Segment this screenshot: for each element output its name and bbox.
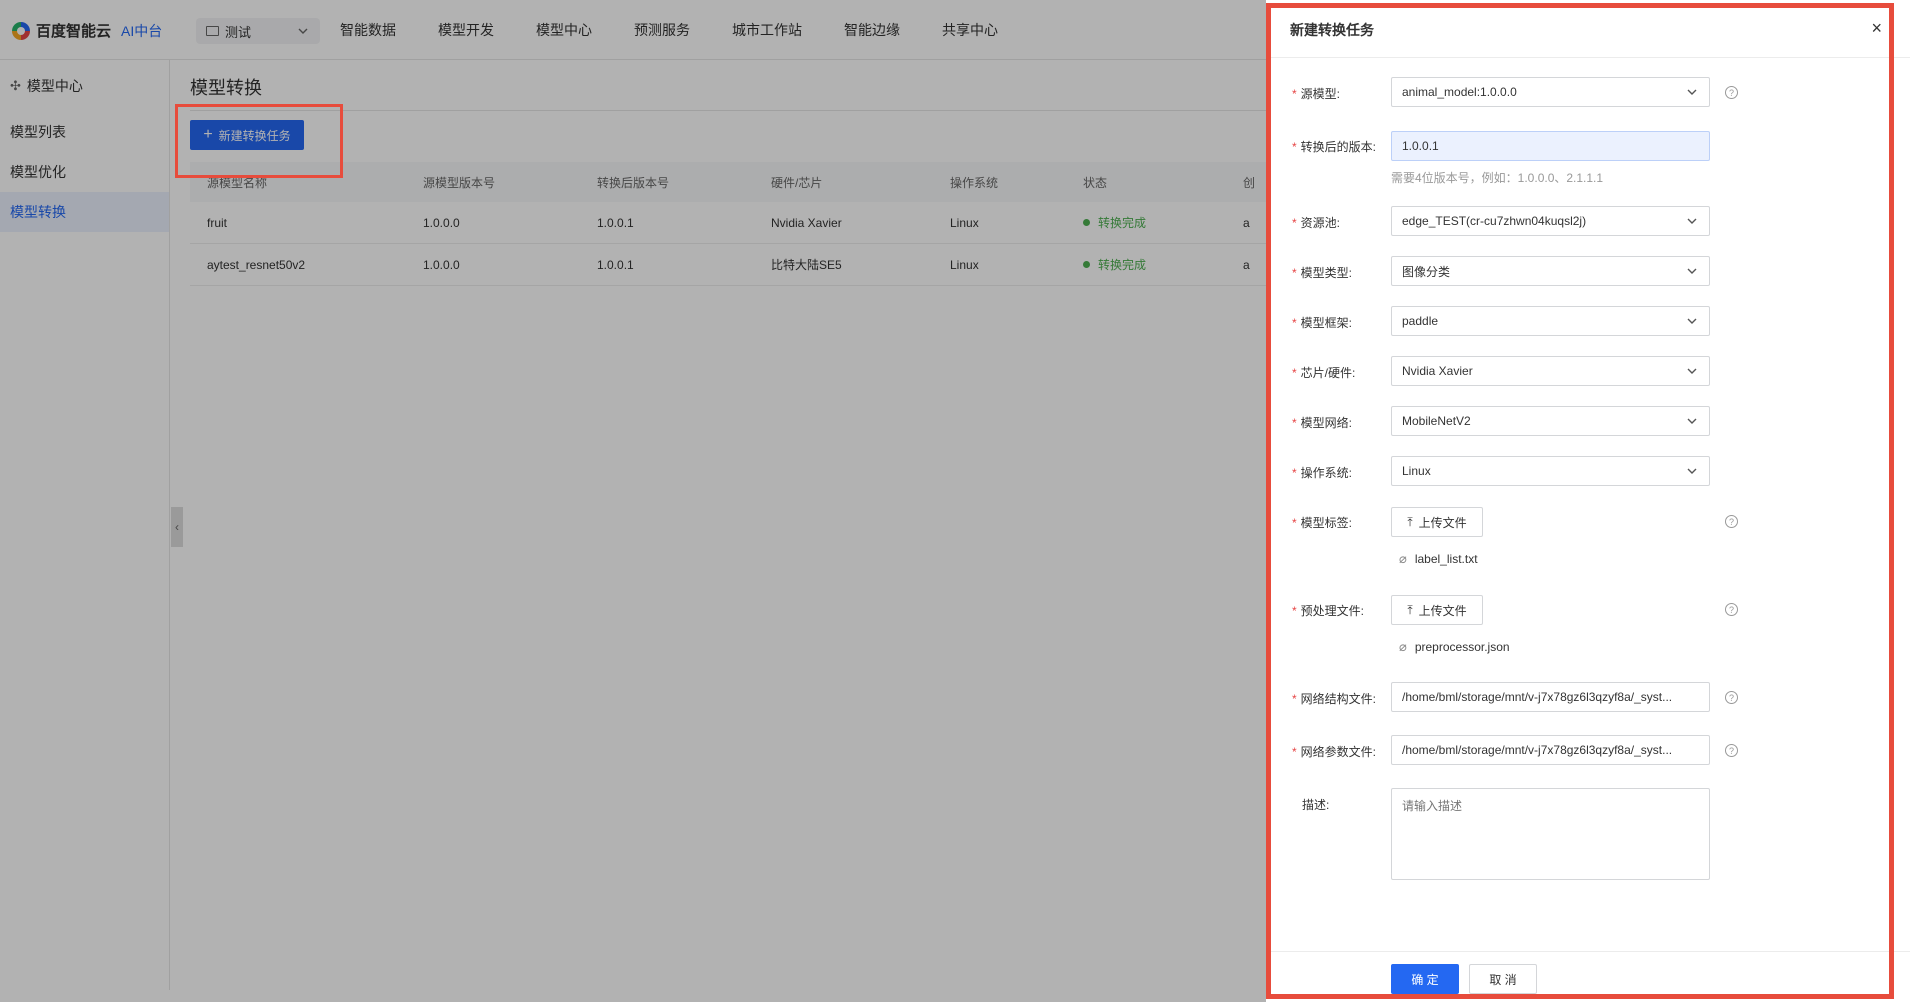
model-type-select[interactable]: 图像分类 bbox=[1391, 256, 1710, 286]
target-version-hint: 需要4位版本号，例如：1.0.0.0、2.1.1.1 bbox=[1391, 171, 1604, 185]
new-convert-task-drawer: 新建转换任务 × * 源模型: animal_model:1.0.0.0 ? * 转… bbox=[1266, 0, 1910, 1002]
description-textarea[interactable] bbox=[1391, 788, 1710, 880]
chevron-down-icon bbox=[1687, 418, 1697, 424]
chip-label: * 芯片/硬件: bbox=[1292, 366, 1356, 380]
framework-label: * 模型框架: bbox=[1292, 316, 1353, 330]
network-select[interactable]: MobileNetV2 bbox=[1391, 406, 1710, 436]
cancel-button[interactable]: 取 消 bbox=[1469, 964, 1537, 994]
drawer-header-divider bbox=[1266, 57, 1910, 58]
paperclip-icon: ⌀ bbox=[1399, 639, 1407, 654]
resource-pool-label: * 资源池: bbox=[1292, 216, 1341, 230]
uploaded-file-name: preprocessor.json bbox=[1414, 640, 1510, 654]
target-version-input[interactable]: 1.0.0.1 bbox=[1391, 131, 1710, 161]
framework-select[interactable]: paddle bbox=[1391, 306, 1710, 336]
upload-label: 上传文件 bbox=[1418, 603, 1467, 618]
framework-value: paddle bbox=[1402, 314, 1439, 328]
preprocess-file-label: * 预处理文件: bbox=[1292, 604, 1365, 618]
uploaded-file-item[interactable]: ⌀ label_list.txt bbox=[1399, 551, 1478, 567]
source-model-value: animal_model:1.0.0.0 bbox=[1402, 85, 1517, 99]
confirm-button[interactable]: 确 定 bbox=[1391, 964, 1459, 994]
upload-label-file-button[interactable]: ⤒ 上传文件 bbox=[1391, 507, 1483, 537]
chip-select[interactable]: Nvidia Xavier bbox=[1391, 356, 1710, 386]
model-type-value: 图像分类 bbox=[1402, 264, 1451, 279]
chevron-down-icon bbox=[1687, 318, 1697, 324]
paperclip-icon: ⌀ bbox=[1399, 551, 1407, 566]
os-value: Linux bbox=[1402, 464, 1431, 478]
upload-icon: ⤒ bbox=[1407, 514, 1413, 529]
chevron-down-icon bbox=[1687, 468, 1697, 474]
help-icon[interactable]: ? bbox=[1725, 515, 1738, 528]
net-params-value: /home/bml/storage/mnt/v-j7x78gz6l3qzyf8a… bbox=[1402, 743, 1673, 757]
model-type-label: * 模型类型: bbox=[1292, 266, 1353, 280]
upload-icon: ⤒ bbox=[1407, 602, 1413, 617]
network-value: MobileNetV2 bbox=[1402, 414, 1471, 428]
os-label: * 操作系统: bbox=[1292, 466, 1353, 480]
help-icon[interactable]: ? bbox=[1725, 86, 1738, 99]
chip-value: Nvidia Xavier bbox=[1402, 364, 1473, 378]
os-select[interactable]: Linux bbox=[1391, 456, 1710, 486]
chevron-down-icon bbox=[1687, 268, 1697, 274]
net-structure-label: * 网络结构文件: bbox=[1292, 692, 1377, 706]
help-icon[interactable]: ? bbox=[1725, 691, 1738, 704]
help-icon[interactable]: ? bbox=[1725, 603, 1738, 616]
label-file-label: * 模型标签: bbox=[1292, 516, 1353, 530]
upload-preprocess-file-button[interactable]: ⤒ 上传文件 bbox=[1391, 595, 1483, 625]
close-icon[interactable]: × bbox=[1871, 18, 1882, 39]
target-version-label: * 转换后的版本: bbox=[1292, 140, 1377, 154]
target-version-value: 1.0.0.1 bbox=[1402, 139, 1439, 153]
net-params-label: * 网络参数文件: bbox=[1292, 745, 1377, 759]
upload-label: 上传文件 bbox=[1418, 515, 1467, 530]
source-model-select[interactable]: animal_model:1.0.0.0 bbox=[1391, 77, 1710, 107]
resource-pool-value: edge_TEST(cr-cu7zhwn04kuqsl2j) bbox=[1402, 214, 1587, 228]
source-model-label: * 源模型: bbox=[1292, 87, 1341, 101]
uploaded-file-item[interactable]: ⌀ preprocessor.json bbox=[1399, 639, 1510, 655]
description-label: 描述: bbox=[1302, 798, 1330, 812]
chevron-down-icon bbox=[1687, 218, 1697, 224]
resource-pool-select[interactable]: edge_TEST(cr-cu7zhwn04kuqsl2j) bbox=[1391, 206, 1710, 236]
help-icon[interactable]: ? bbox=[1725, 744, 1738, 757]
net-structure-input[interactable]: /home/bml/storage/mnt/v-j7x78gz6l3qzyf8a… bbox=[1391, 682, 1710, 712]
net-structure-value: /home/bml/storage/mnt/v-j7x78gz6l3qzyf8a… bbox=[1402, 690, 1673, 704]
uploaded-file-name: label_list.txt bbox=[1414, 552, 1478, 566]
net-params-input[interactable]: /home/bml/storage/mnt/v-j7x78gz6l3qzyf8a… bbox=[1391, 735, 1710, 765]
annotation-box-new-button bbox=[175, 104, 343, 178]
chevron-down-icon bbox=[1687, 89, 1697, 95]
drawer-footer-divider bbox=[1266, 951, 1910, 952]
drawer-title: 新建转换任务 bbox=[1290, 22, 1374, 38]
chevron-down-icon bbox=[1687, 368, 1697, 374]
network-label: * 模型网络: bbox=[1292, 416, 1353, 430]
